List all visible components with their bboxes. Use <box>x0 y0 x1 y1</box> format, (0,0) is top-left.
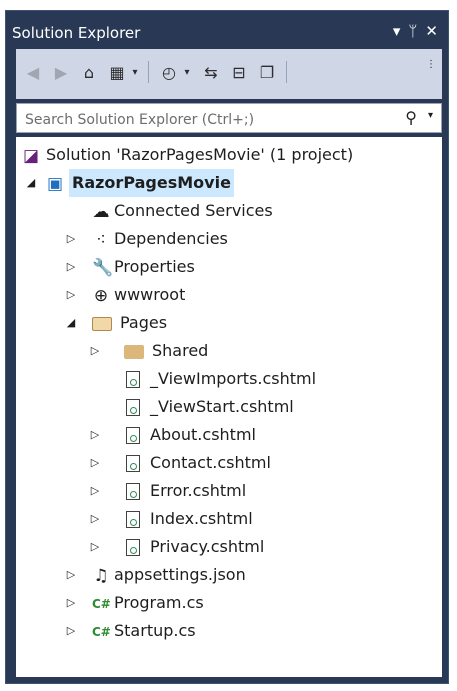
tree-item-appsettings[interactable]: ▷ ♫ appsettings.json <box>16 561 442 589</box>
close-icon[interactable]: ✕ <box>425 22 438 40</box>
expand-arrow-icon[interactable]: ▷ <box>88 449 102 477</box>
tree-item-viewstart[interactable]: _ViewStart.cshtml <box>16 393 442 421</box>
razor-file-icon <box>126 427 140 444</box>
open-folder-icon <box>92 317 112 331</box>
switch-views-dropdown-icon[interactable]: ▾ <box>128 61 142 85</box>
window-title: Solution Explorer <box>12 24 141 42</box>
title-bar: Solution Explorer ▾ ᛘ ✕ <box>6 19 444 47</box>
forward-icon[interactable]: ▶ <box>50 61 72 85</box>
tree-item-about[interactable]: ▷ About.cshtml <box>16 421 442 449</box>
razor-file-icon <box>126 483 140 500</box>
expand-arrow-icon[interactable]: ▷ <box>88 337 102 365</box>
tree-item-contact[interactable]: ▷ Contact.cshtml <box>16 449 442 477</box>
tree-item-label: Error.cshtml <box>150 481 247 500</box>
window-dropdown-icon[interactable]: ▾ <box>393 22 401 40</box>
tree-item-label: Privacy.cshtml <box>150 537 265 556</box>
wrench-icon: 🔧 <box>92 258 114 278</box>
tree-item-label: _ViewStart.cshtml <box>150 397 294 416</box>
razor-file-icon <box>126 511 140 528</box>
tree-item-label: Index.cshtml <box>150 509 253 528</box>
tree-item-label: Startup.cs <box>114 621 196 640</box>
expand-arrow-icon[interactable]: ▷ <box>64 253 78 281</box>
tree-item-error[interactable]: ▷ Error.cshtml <box>16 477 442 505</box>
tree-item-label: Shared <box>152 341 209 360</box>
tree-item-label: Solution 'RazorPagesMovie' (1 project) <box>46 145 354 164</box>
expand-arrow-icon[interactable]: ▷ <box>64 561 78 589</box>
expand-arrow-icon[interactable]: ▷ <box>64 589 78 617</box>
expand-arrow-icon[interactable]: ▷ <box>64 281 78 309</box>
csharp-file-icon: C# <box>92 625 111 639</box>
web-project-icon: ▣ <box>46 174 64 194</box>
connected-services-icon: ☁ <box>92 202 110 222</box>
tree-item-dependencies[interactable]: ▷ ⁖ Dependencies <box>16 225 442 253</box>
pin-icon[interactable]: ᛘ <box>408 22 417 40</box>
razor-file-icon <box>126 539 140 556</box>
tree-item-solution[interactable]: ◪ Solution 'RazorPagesMovie' (1 project) <box>16 141 442 169</box>
search-box: ⚲ ▾ <box>16 103 442 133</box>
expand-arrow-icon[interactable]: ▷ <box>88 421 102 449</box>
collapse-arrow-icon[interactable]: ◢ <box>64 309 78 337</box>
sync-with-active-document-icon[interactable]: ⇆ <box>200 61 222 85</box>
tree-item-label: _ViewImports.cshtml <box>150 369 317 388</box>
expand-arrow-icon[interactable]: ▷ <box>64 225 78 253</box>
dependencies-icon: ⁖ <box>96 230 106 250</box>
pending-changes-icon[interactable]: ◴ <box>158 61 180 85</box>
json-settings-icon: ♫ <box>93 566 109 586</box>
razor-file-icon <box>126 371 140 388</box>
tree-item-pages[interactable]: ◢ Pages <box>16 309 442 337</box>
expand-arrow-icon[interactable]: ▷ <box>88 477 102 505</box>
tree-item-program[interactable]: ▷ C# Program.cs <box>16 589 442 617</box>
search-input[interactable] <box>23 109 387 131</box>
tree-item-label: Connected Services <box>114 201 273 220</box>
pending-changes-dropdown-icon[interactable]: ▾ <box>180 61 194 85</box>
tree-item-label: About.cshtml <box>150 425 256 444</box>
tree-item-label: Properties <box>114 257 195 276</box>
collapse-all-icon[interactable]: ⊟ <box>228 61 250 85</box>
show-all-files-icon[interactable]: ❐ <box>256 61 278 85</box>
csharp-file-icon: C# <box>92 597 111 611</box>
tree-item-label: Program.cs <box>114 593 204 612</box>
tree-item-privacy[interactable]: ▷ Privacy.cshtml <box>16 533 442 561</box>
globe-icon: ⊕ <box>93 286 109 306</box>
folder-icon <box>124 345 144 359</box>
toolbar: ◀ ▶ ⌂ ▦ ▾ ◴ ▾ ⇆ ⊟ ❐ ⋮ <box>16 49 442 99</box>
tree-item-index[interactable]: ▷ Index.cshtml <box>16 505 442 533</box>
razor-file-icon <box>126 455 140 472</box>
collapse-arrow-icon[interactable]: ◢ <box>24 169 38 197</box>
overflow-icon[interactable]: ⋮ <box>424 53 438 77</box>
tree-item-wwwroot[interactable]: ▷ ⊕ wwwroot <box>16 281 442 309</box>
razor-file-icon <box>126 399 140 416</box>
back-icon[interactable]: ◀ <box>22 61 44 85</box>
tree-item-project[interactable]: ◢ ▣ RazorPagesMovie <box>16 169 442 197</box>
home-icon[interactable]: ⌂ <box>78 61 100 85</box>
toolbar-separator <box>148 61 149 83</box>
solution-tree: ◪ Solution 'RazorPagesMovie' (1 project)… <box>16 137 442 677</box>
solution-icon: ◪ <box>22 146 40 166</box>
tree-item-properties[interactable]: ▷ 🔧 Properties <box>16 253 442 281</box>
tree-item-label: Pages <box>120 313 168 332</box>
search-options-dropdown-icon[interactable]: ▾ <box>428 110 433 121</box>
tree-item-viewimports[interactable]: _ViewImports.cshtml <box>16 365 442 393</box>
tree-item-label: RazorPagesMovie <box>69 169 234 197</box>
tree-item-label: Dependencies <box>114 229 228 248</box>
expand-arrow-icon[interactable]: ▷ <box>88 505 102 533</box>
tree-item-label: wwwroot <box>114 285 186 304</box>
tree-item-label: Contact.cshtml <box>150 453 271 472</box>
tree-item-startup[interactable]: ▷ C# Startup.cs <box>16 617 442 645</box>
expand-arrow-icon[interactable]: ▷ <box>88 533 102 561</box>
tree-item-connected-services[interactable]: ☁ Connected Services <box>16 197 442 225</box>
search-icon[interactable]: ⚲ <box>405 108 417 127</box>
tree-item-label: appsettings.json <box>114 565 246 584</box>
tree-item-shared[interactable]: ▷ Shared <box>16 337 442 365</box>
toolbar-separator <box>286 61 287 83</box>
expand-arrow-icon[interactable]: ▷ <box>64 617 78 645</box>
switch-views-icon[interactable]: ▦ <box>106 61 128 85</box>
